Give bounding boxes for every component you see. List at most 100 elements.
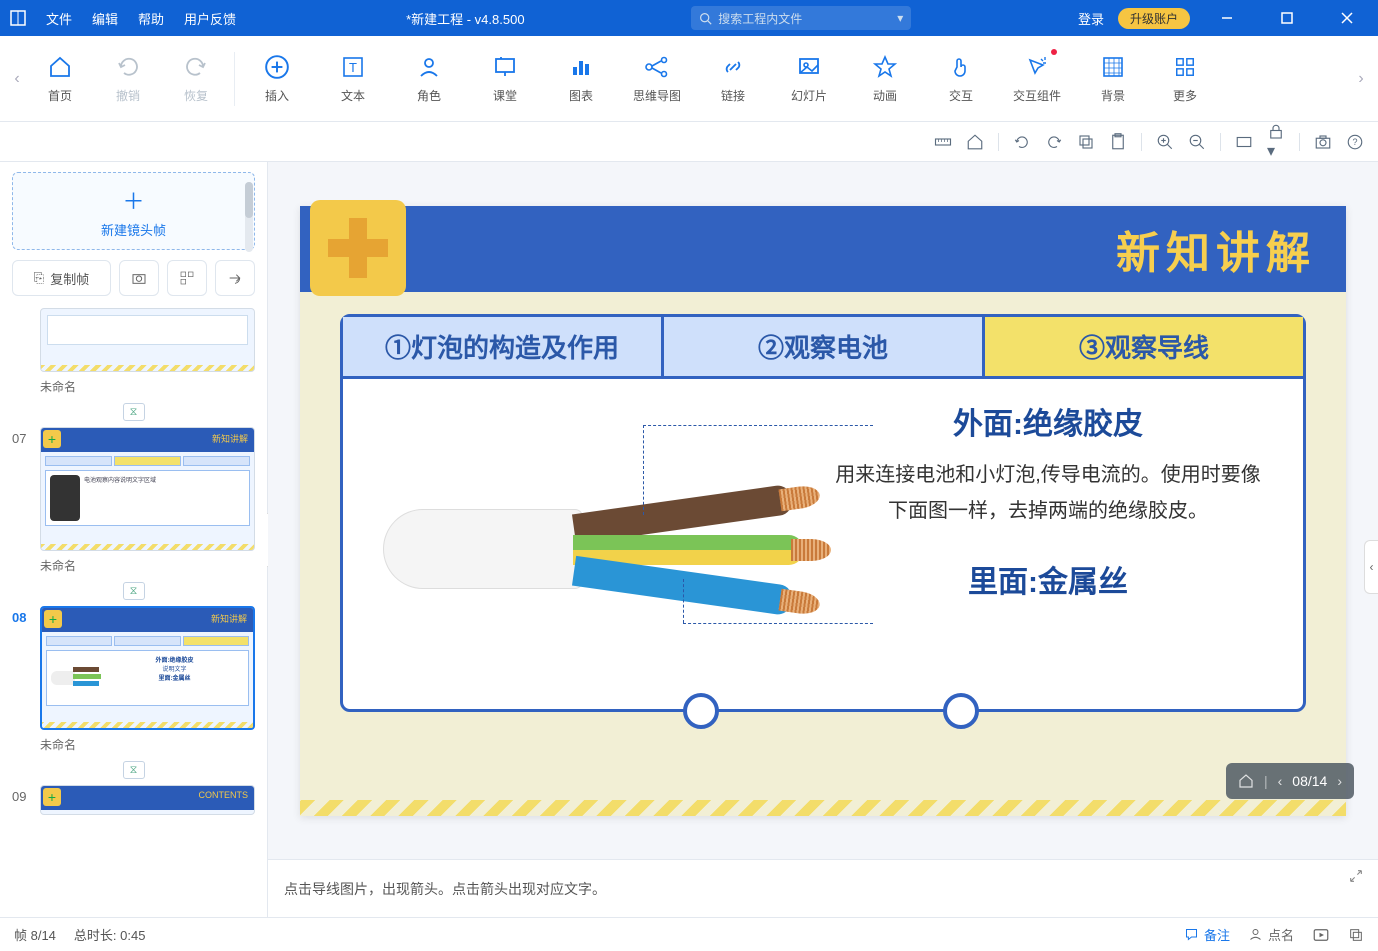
copy-icon[interactable]	[1077, 133, 1095, 151]
minimize-button[interactable]	[1204, 0, 1250, 36]
qr-button[interactable]	[167, 260, 207, 296]
role-button[interactable]: 角色	[393, 47, 465, 110]
interaction-widget-button[interactable]: 交互组件	[1001, 47, 1073, 110]
notes-text: 点击导线图片，出现箭头。点击箭头出现对应文字。	[284, 879, 606, 899]
status-bar: 帧 8/14 总时长: 0:45 备注 点名	[0, 917, 1378, 951]
slideshow-button[interactable]: 幻灯片	[773, 47, 845, 110]
close-button[interactable]	[1324, 0, 1370, 36]
inner-label: 里面:金属丝	[833, 557, 1263, 601]
slide-thumbnail[interactable]	[40, 308, 255, 372]
slide-item[interactable]: 09 +CONTENTS	[12, 785, 255, 815]
frame-separator[interactable]: ⧖	[12, 761, 255, 779]
question-icon[interactable]: ?	[1346, 133, 1364, 151]
main-area: ＋ 新建镜头帧 ⎘复制帧	[0, 162, 1378, 917]
title-bar: 文件 编辑 帮助 用户反馈 *新建工程 - v4.8.500 搜索工程内文件 ▾…	[0, 0, 1378, 36]
outer-label: 外面:绝缘胶皮	[833, 399, 1263, 443]
board-icon	[491, 53, 519, 81]
login-link[interactable]: 登录	[1078, 9, 1104, 28]
text-side: 外面:绝缘胶皮 用来连接电池和小灯泡,传导电流的。使用时要像下面图一样，去掉两端…	[823, 399, 1273, 689]
indicator-prev-icon[interactable]: ‹	[1278, 773, 1283, 789]
window-title: *新建工程 - v4.8.500	[406, 9, 525, 28]
upgrade-button[interactable]: 升级账户	[1118, 8, 1190, 29]
node-handle[interactable]	[943, 693, 979, 729]
remark-button[interactable]: 备注	[1184, 925, 1230, 944]
class-button[interactable]: 课堂	[469, 47, 541, 110]
plus-circle-icon	[263, 53, 291, 81]
new-frame-button[interactable]: ＋ 新建镜头帧	[12, 172, 255, 250]
cursor-sparkle-icon	[1023, 53, 1051, 81]
ruler-icon[interactable]	[934, 133, 952, 151]
indicator-next-icon[interactable]: ›	[1337, 773, 1342, 789]
star-icon	[871, 53, 899, 81]
slide-item-selected[interactable]: 08 +新知讲解 外面:绝缘胶皮说明文字里面:金属丝 未命名	[12, 606, 255, 753]
more-button[interactable]: 更多	[1153, 47, 1217, 110]
frame-counter: 帧 8/14	[14, 925, 56, 944]
home-outline-icon[interactable]	[966, 133, 984, 151]
animation-button[interactable]: 动画	[849, 47, 921, 110]
expand-icon[interactable]	[1348, 868, 1364, 884]
slide-item[interactable]: 07 +新知讲解 电池观察内容说明文字区域 未命名	[12, 427, 255, 574]
lock-icon[interactable]: ▾	[1267, 123, 1285, 161]
slide-thumbnail[interactable]: +新知讲解 外面:绝缘胶皮说明文字里面:金属丝	[40, 606, 255, 730]
toolbar-prev[interactable]: ‹	[6, 36, 28, 122]
menu-edit[interactable]: 编辑	[82, 9, 128, 28]
chevron-down-icon[interactable]: ▾	[897, 11, 903, 25]
canvas-toolbar: ▾ ?	[0, 122, 1378, 162]
text-icon: T	[339, 53, 367, 81]
play-button[interactable]	[1312, 926, 1330, 944]
mindmap-button[interactable]: 思维导图	[621, 47, 693, 110]
rotate-left-icon[interactable]	[1013, 133, 1031, 151]
app-icon	[0, 10, 36, 26]
slide-canvas[interactable]: 新知讲解 ①灯泡的构造及作用 ②观察电池 ③观察导线	[300, 206, 1346, 816]
wire-image[interactable]	[373, 399, 813, 679]
page-number: 08/14	[1292, 773, 1327, 789]
undo-button[interactable]: 撤销	[96, 47, 160, 110]
slide-thumbnail[interactable]: +新知讲解 电池观察内容说明文字区域	[40, 427, 255, 551]
toolbar-next[interactable]: ›	[1350, 36, 1372, 122]
menu-help[interactable]: 帮助	[128, 9, 174, 28]
roll-call-button[interactable]: 点名	[1248, 925, 1294, 944]
search-box[interactable]: 搜索工程内文件 ▾	[691, 6, 911, 30]
notes-bar[interactable]: 点击导线图片，出现箭头。点击箭头出现对应文字。	[268, 859, 1378, 917]
search-icon	[699, 12, 712, 25]
copy-frame-button[interactable]: ⎘复制帧	[12, 260, 111, 296]
scrollbar-thumb[interactable]	[245, 182, 253, 218]
node-handle[interactable]	[683, 693, 719, 729]
slide-header: 新知讲解	[300, 206, 1346, 292]
tab-battery[interactable]: ②观察电池	[664, 317, 985, 379]
text-button[interactable]: T文本	[317, 47, 389, 110]
link-button[interactable]: 链接	[697, 47, 769, 110]
tab-wire[interactable]: ③观察导线	[985, 317, 1303, 379]
maximize-button[interactable]	[1264, 0, 1310, 36]
slide-item[interactable]: 未命名	[12, 308, 255, 395]
redo-button[interactable]: 恢复	[164, 47, 228, 110]
collapse-right-handle[interactable]: ‹	[1364, 540, 1378, 594]
background-button[interactable]: 背景	[1077, 47, 1149, 110]
camera-icon[interactable]	[1314, 133, 1332, 151]
camera-small-button[interactable]	[119, 260, 159, 296]
copy-icon: ⎘	[34, 270, 44, 286]
zoom-out-icon[interactable]	[1188, 133, 1206, 151]
slide-thumbnail[interactable]: +CONTENTS	[40, 785, 255, 815]
hourglass-icon: ⧖	[123, 403, 145, 421]
tab-bulb[interactable]: ①灯泡的构造及作用	[343, 317, 664, 379]
chart-button[interactable]: 图表	[545, 47, 617, 110]
arrow-button[interactable]	[215, 260, 255, 296]
menu-file[interactable]: 文件	[36, 9, 82, 28]
redo-icon	[182, 53, 210, 81]
undo-icon	[114, 53, 142, 81]
rotate-right-icon[interactable]	[1045, 133, 1063, 151]
interaction-button[interactable]: 交互	[925, 47, 997, 110]
export-button[interactable]	[1348, 927, 1364, 943]
indicator-home-icon[interactable]	[1238, 773, 1254, 789]
home-button[interactable]: 首页	[28, 47, 92, 110]
pattern-icon	[1099, 53, 1127, 81]
frame-separator[interactable]: ⧖	[12, 403, 255, 421]
zoom-in-icon[interactable]	[1156, 133, 1174, 151]
fit-icon[interactable]	[1235, 133, 1253, 151]
paste-icon[interactable]	[1109, 133, 1127, 151]
frame-separator[interactable]: ⧖	[12, 582, 255, 600]
menu-feedback[interactable]: 用户反馈	[174, 9, 246, 28]
insert-button[interactable]: 插入	[241, 47, 313, 110]
canvas-area: 新知讲解 ①灯泡的构造及作用 ②观察电池 ③观察导线	[268, 162, 1378, 917]
